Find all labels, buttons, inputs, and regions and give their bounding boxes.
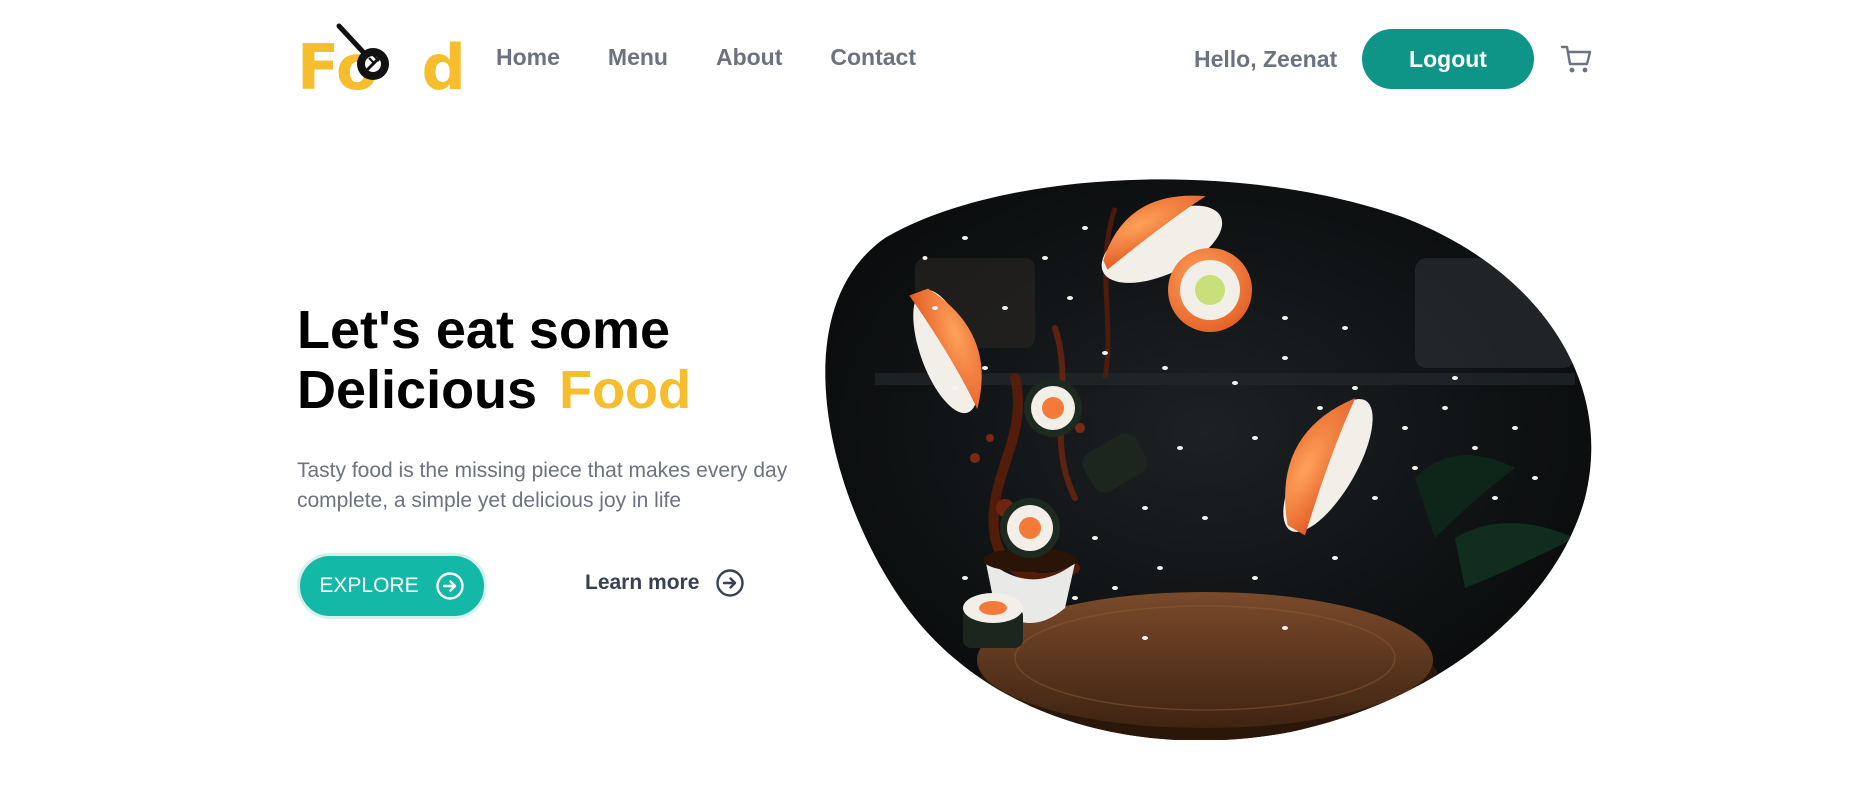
nav-about[interactable]: About	[716, 44, 782, 71]
user-greeting: Hello, Zeenat	[1194, 46, 1338, 72]
nav-contact[interactable]: Contact	[830, 44, 916, 71]
nav-menu[interactable]: Menu	[608, 44, 668, 71]
logo[interactable]: Fo d	[297, 18, 466, 100]
hero-title-line1: Let's eat some	[297, 300, 670, 360]
hero-title-line2: Delicious	[297, 360, 538, 420]
circle-arrow-right-icon	[716, 569, 745, 597]
hero-title-accent: Food	[559, 360, 692, 420]
learn-more-label: Learn more	[585, 571, 700, 594]
explore-label: EXPLORE	[319, 574, 419, 597]
site-header: Fo d Home Menu About Contact Hello, Zeena…	[0, 0, 1872, 120]
explore-button[interactable]: EXPLORE	[297, 553, 487, 619]
logout-button[interactable]: Logout	[1362, 29, 1534, 89]
main-nav: Home Menu About Contact	[496, 44, 916, 71]
sushi-hero-image	[825, 179, 1592, 740]
circle-arrow-right-icon	[435, 572, 464, 600]
cart-icon[interactable]	[1560, 42, 1594, 76]
hero-description: Tasty food is the missing piece that mak…	[297, 459, 788, 512]
spoon-fork-icon	[336, 23, 389, 80]
hero-title: Let's eat some Delicious Food	[297, 300, 691, 420]
nav-home[interactable]: Home	[496, 44, 560, 71]
learn-more-link[interactable]: Learn more	[585, 568, 745, 598]
logo-text-end: d	[421, 31, 465, 104]
